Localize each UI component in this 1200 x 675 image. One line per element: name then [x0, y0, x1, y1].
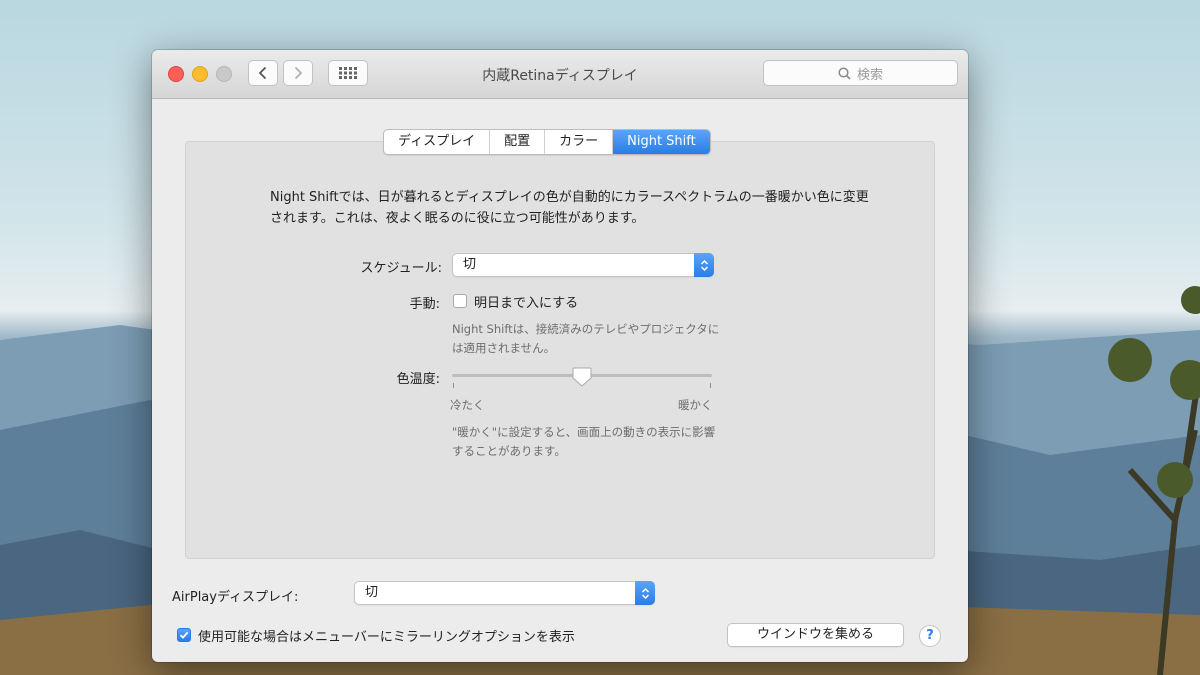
title-bar: 内蔵Retinaディスプレイ 検索: [152, 50, 968, 99]
schedule-stepper: [694, 253, 714, 277]
up-down-arrows-icon: [700, 259, 708, 271]
temperature-label: 色温度:: [396, 372, 440, 387]
warmer-label: 暖かく: [678, 398, 713, 412]
tab-display[interactable]: ディスプレイ: [384, 130, 491, 154]
cooler-label: 冷たく: [450, 398, 485, 412]
airplay-stepper: [635, 581, 655, 605]
slider-tick-warm: [710, 383, 711, 388]
motion-warning: "暖かく"に設定すると、画面上の動きの表示に影響することがあります。: [452, 425, 716, 458]
system-preferences-window: 内蔵Retinaディスプレイ 検索 ディスプレイ 配置 カラー Night Sh…: [152, 50, 968, 662]
tab-arrangement[interactable]: 配置: [490, 130, 546, 154]
search-field[interactable]: 検索: [763, 60, 958, 86]
tab-night-shift[interactable]: Night Shift: [613, 130, 710, 154]
airplay-select[interactable]: 切: [354, 581, 655, 605]
manual-label: 手動:: [409, 297, 440, 312]
airplay-label: AirPlayディスプレイ:: [172, 590, 299, 605]
mirroring-label: 使用可能な場合はメニューバーにミラーリングオプションを表示: [198, 630, 575, 645]
slider-tick-cool: [453, 383, 454, 388]
manual-checkbox-label: 明日まで入にする: [474, 296, 579, 311]
night-shift-description: Night Shiftでは、日が暮れるとディスプレイの色が自動的にカラースペクト…: [270, 190, 869, 226]
schedule-value: 切: [463, 257, 477, 272]
tab-color[interactable]: カラー: [545, 130, 614, 154]
help-button[interactable]: ?: [919, 625, 941, 647]
gather-windows-button[interactable]: ウインドウを集める: [727, 623, 904, 647]
up-down-arrows-icon: [641, 587, 649, 599]
schedule-label: スケジュール:: [360, 261, 442, 276]
airplay-value: 切: [365, 585, 379, 600]
search-placeholder: 検索: [856, 67, 883, 83]
manual-checkbox[interactable]: [453, 294, 467, 308]
temperature-slider-knob[interactable]: [571, 366, 593, 388]
schedule-select[interactable]: 切: [452, 253, 714, 277]
night-shift-note: Night Shiftは、接続済みのテレビやプロジェクタには適用されません。: [452, 322, 720, 355]
mirroring-checkbox[interactable]: [177, 628, 191, 642]
search-icon: [838, 66, 851, 80]
checkmark-icon: [179, 631, 189, 639]
tab-bar: ディスプレイ 配置 カラー Night Shift: [383, 129, 711, 155]
